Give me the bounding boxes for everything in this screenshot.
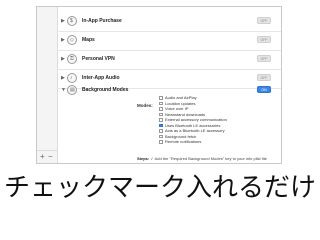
checkbox-checked[interactable] xyxy=(159,123,163,127)
capability-icon: $ xyxy=(67,16,77,26)
capabilities-list: ▶ $ In-App Purchase OFF ▶ ◇ Maps OFF ▶ ⚿… xyxy=(57,7,281,163)
disclosure-right-icon[interactable]: ▶ xyxy=(61,75,65,82)
steps-label: Steps: xyxy=(137,156,150,161)
checkbox[interactable] xyxy=(159,112,163,116)
checkbox[interactable] xyxy=(159,96,163,100)
disclosure-right-icon[interactable]: ▶ xyxy=(61,18,65,25)
capability-toggle[interactable]: OFF xyxy=(257,74,271,81)
capability-title: Maps xyxy=(82,37,95,43)
capability-title: In-App Purchase xyxy=(82,18,122,24)
capability-maps[interactable]: ▶ ◇ Maps OFF xyxy=(57,32,281,51)
checkbox[interactable] xyxy=(159,140,163,144)
remove-target-button[interactable]: − xyxy=(48,152,53,161)
capability-title: Personal VPN xyxy=(82,56,115,62)
steps-note: Steps: ✓ Add the "Required Background Mo… xyxy=(137,156,267,161)
capability-icon: ⚿ xyxy=(67,54,77,64)
capability-icon: ▤ xyxy=(67,85,77,95)
checkbox[interactable] xyxy=(159,101,163,105)
capability-toggle[interactable]: ON xyxy=(257,86,271,93)
checkbox[interactable] xyxy=(159,134,163,138)
capability-title: Background Modes xyxy=(82,87,129,93)
checkbox[interactable] xyxy=(159,129,163,133)
capability-toggle[interactable]: OFF xyxy=(257,17,271,24)
sidebar-footer: + − xyxy=(37,150,57,163)
modes-label: Modes: xyxy=(137,103,153,108)
capability-icon: ◇ xyxy=(67,35,77,45)
capabilities-window: + − ▶ $ In-App Purchase OFF ▶ ◇ Maps OFF… xyxy=(36,6,282,164)
slide-caption: チェックマーク入れるだけ xyxy=(3,172,316,202)
capability-personal-vpn[interactable]: ▶ ⚿ Personal VPN OFF xyxy=(57,51,281,70)
add-target-button[interactable]: + xyxy=(40,152,45,161)
disclosure-down-icon[interactable]: ▼ xyxy=(61,87,66,94)
checkbox[interactable] xyxy=(159,118,163,122)
mode-option[interactable]: Remote notifications xyxy=(159,139,227,145)
modes-list: Audio and AirPlay Location updates Voice… xyxy=(159,95,227,145)
steps-text: ✓ Add the "Required Background Modes" ke… xyxy=(150,156,267,161)
checkbox[interactable] xyxy=(159,107,163,111)
disclosure-right-icon[interactable]: ▶ xyxy=(61,37,65,44)
capability-toggle[interactable]: OFF xyxy=(257,36,271,43)
capability-toggle[interactable]: OFF xyxy=(257,55,271,62)
capability-title: Inter-App Audio xyxy=(82,75,120,81)
disclosure-right-icon[interactable]: ▶ xyxy=(61,56,65,63)
target-sidebar: + − xyxy=(37,7,58,163)
capability-in-app-purchase[interactable]: ▶ $ In-App Purchase OFF xyxy=(57,13,281,32)
